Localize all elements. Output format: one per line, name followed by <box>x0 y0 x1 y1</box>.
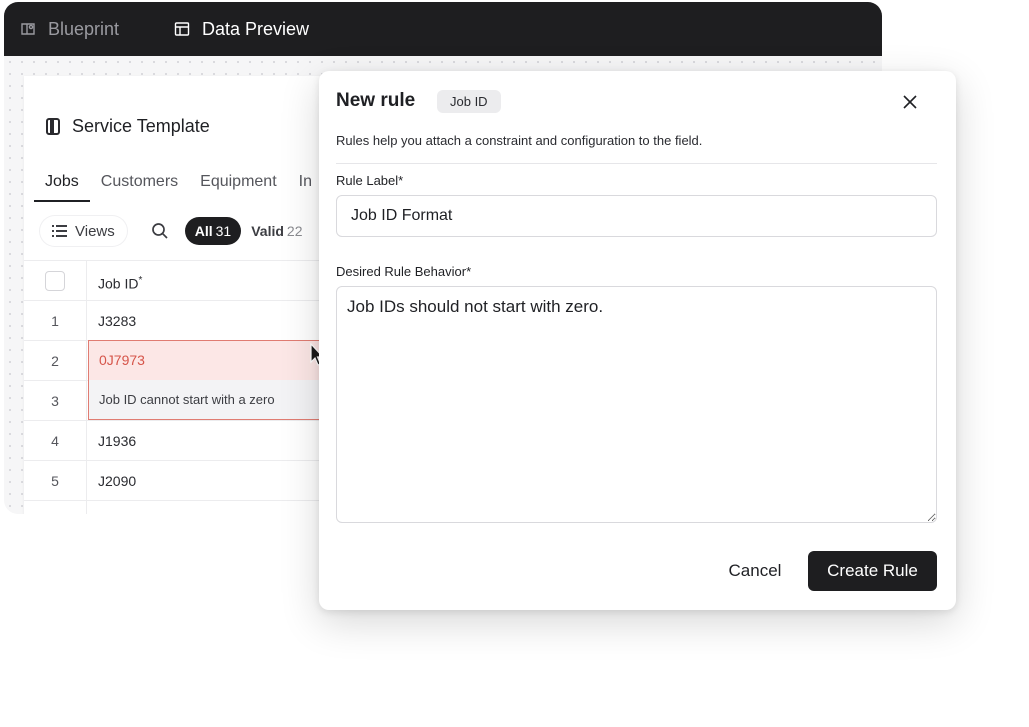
list-icon <box>52 225 67 237</box>
cancel-button[interactable]: Cancel <box>715 551 795 591</box>
tab-blueprint-label: Blueprint <box>48 18 120 39</box>
dialog-description: Rules help you attach a constraint and c… <box>336 133 703 148</box>
sheet-title: Service Template <box>46 116 210 137</box>
top-bar: Blueprint Data Preview <box>4 2 882 56</box>
rule-behavior-label: Desired Rule Behavior* <box>336 264 472 279</box>
job-id-cell[interactable]: J3283 <box>98 301 136 341</box>
column-header-job-id[interactable]: Job ID* <box>98 261 142 301</box>
sheet-tabs: Jobs Customers Equipment In <box>34 166 323 202</box>
rule-label-input[interactable] <box>336 195 937 237</box>
tab-truncated[interactable]: In <box>288 166 323 200</box>
tab-data-preview[interactable]: Data Preview <box>174 2 309 56</box>
filter-all[interactable]: All 31 <box>184 217 242 245</box>
select-all-cell <box>24 261 87 301</box>
job-id-cell[interactable]: J1938 <box>98 501 136 514</box>
views-button[interactable]: Views <box>40 216 127 246</box>
tab-jobs[interactable]: Jobs <box>34 166 90 202</box>
table-icon <box>174 22 190 36</box>
row-number: 3 <box>24 381 87 421</box>
validation-error-tooltip: Job ID cannot start with a zero <box>89 380 327 419</box>
row-number: 5 <box>24 461 87 501</box>
dialog-title: New rule <box>336 90 416 111</box>
select-all-checkbox[interactable] <box>45 271 65 291</box>
tab-customers[interactable]: Customers <box>90 166 189 200</box>
row-number: 2 <box>24 341 87 381</box>
row-number: 4 <box>24 421 87 461</box>
job-id-cell[interactable]: J1936 <box>98 421 136 461</box>
create-rule-button[interactable]: Create Rule <box>808 551 937 591</box>
filter-all-count: 31 <box>215 223 232 239</box>
views-label: Views <box>75 222 115 240</box>
filter-valid[interactable]: Valid 22 <box>251 223 302 239</box>
column-header-label: Job ID <box>98 275 139 292</box>
tab-blueprint[interactable]: Blueprint <box>20 2 119 56</box>
divider <box>336 163 937 164</box>
sheet-toolbar: Views All 31 Valid 22 <box>40 215 302 247</box>
tab-data-preview-label: Data Preview <box>202 18 310 39</box>
blueprint-icon <box>21 23 35 35</box>
row-number: 6 <box>24 501 87 514</box>
filter-valid-label: Valid <box>251 223 284 239</box>
row-number: 1 <box>24 301 87 341</box>
rule-behavior-textarea[interactable]: Job IDs should not start with zero. <box>336 286 937 523</box>
close-button[interactable] <box>899 91 921 113</box>
search-icon[interactable] <box>151 222 169 240</box>
job-id-cell[interactable]: J2090 <box>98 461 136 501</box>
sheet-title-text: Service Template <box>72 116 210 136</box>
book-icon <box>46 118 60 135</box>
filter-all-label: All <box>194 223 213 239</box>
rule-label-label: Rule Label* <box>336 173 404 188</box>
tab-equipment[interactable]: Equipment <box>189 166 288 200</box>
invalid-cell[interactable]: 0J7973 Job ID cannot start with a zero <box>88 340 328 420</box>
field-badge: Job ID <box>437 90 501 113</box>
filter-valid-count: 22 <box>286 223 303 239</box>
close-icon <box>903 95 917 109</box>
invalid-cell-value: 0J7973 <box>89 341 327 380</box>
required-marker: * <box>138 275 143 286</box>
new-rule-dialog: New rule Job ID Rules help you attach a … <box>319 71 956 610</box>
